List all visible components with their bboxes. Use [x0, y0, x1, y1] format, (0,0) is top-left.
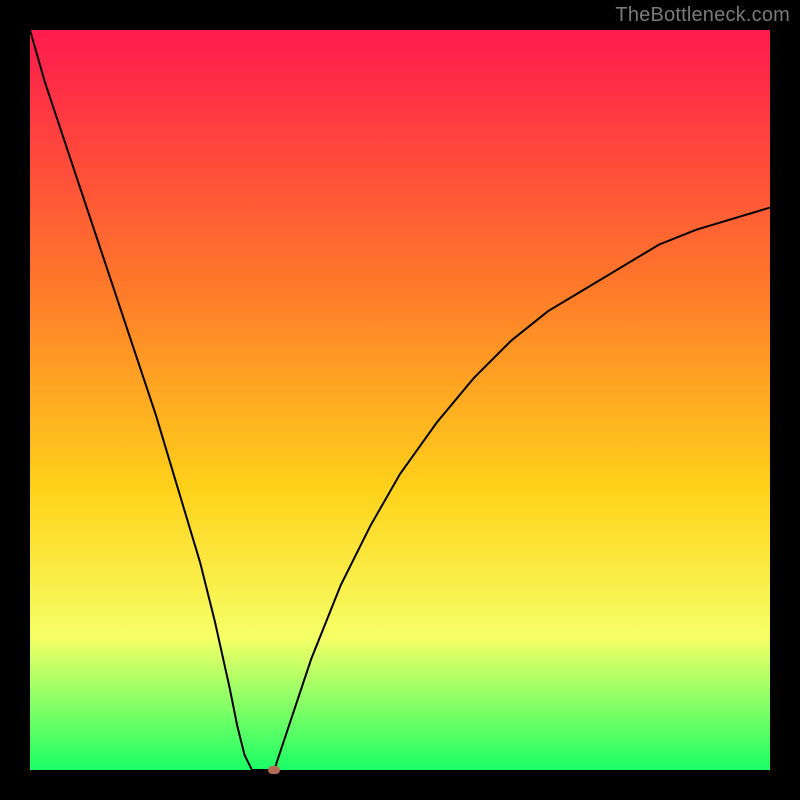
- curve-layer: [30, 30, 770, 770]
- bottleneck-curve: [30, 30, 770, 770]
- chart-frame: TheBottleneck.com: [0, 0, 800, 800]
- optimum-marker: [268, 766, 280, 774]
- watermark-text: TheBottleneck.com: [615, 4, 790, 27]
